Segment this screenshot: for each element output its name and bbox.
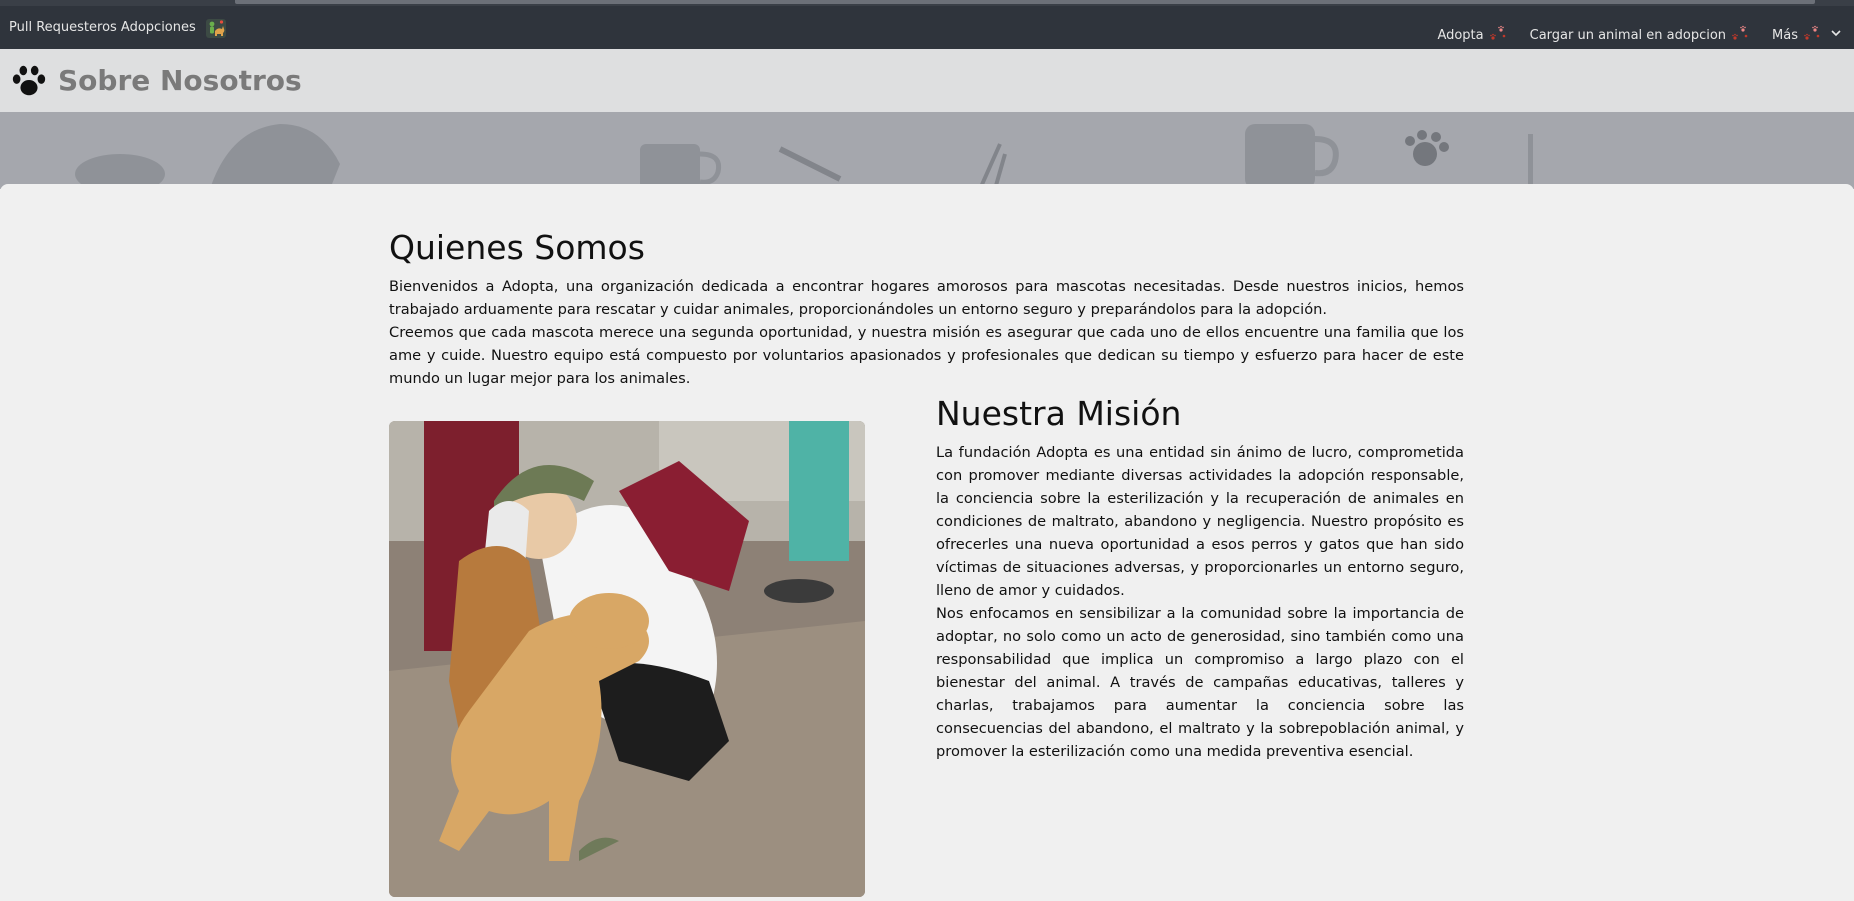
quienes-somos-text: Bienvenidos a Adopta, una organización d…	[389, 275, 1464, 390]
nav-dropdown-mas[interactable]: Más	[1772, 13, 1842, 43]
navbar-links: Adopta Cargar un animal en adopcion Más	[1437, 13, 1854, 43]
nuestra-mision-heading: Nuestra Misión	[936, 394, 1182, 433]
paw-prints-icon	[1804, 25, 1820, 40]
quienes-paragraph-2: Creemos que cada mascota merece una segu…	[389, 324, 1464, 387]
browser-tab-bar	[235, 0, 1815, 4]
nav-link-adopta-label: Adopta	[1437, 27, 1484, 43]
volunteer-with-dogs-photo	[389, 421, 865, 897]
quienes-somos-heading: Quienes Somos	[389, 228, 645, 267]
navbar: Pull Requesteros Adopciones Adopta Carga…	[0, 6, 1854, 49]
mision-paragraph-1: La fundación Adopta es una entidad sin á…	[936, 444, 1464, 599]
page-title: Sobre Nosotros	[58, 64, 302, 97]
paw-icon	[12, 65, 46, 95]
nav-dropdown-mas-label: Más	[1772, 27, 1798, 43]
page-header: Sobre Nosotros	[0, 49, 1854, 112]
nav-link-cargar-animal[interactable]: Cargar un animal en adopcion	[1530, 13, 1750, 43]
main-content: Quienes Somos Bienvenidos a Adopta, una …	[0, 184, 1854, 901]
navbar-brand[interactable]: Pull Requesteros Adopciones	[0, 16, 228, 40]
hero-banner: Sobre Nosotros	[0, 49, 1854, 189]
quienes-paragraph-1: Bienvenidos a Adopta, una organización d…	[389, 278, 1464, 318]
nuestra-mision-text: La fundación Adopta es una entidad sin á…	[936, 441, 1464, 763]
paw-prints-icon	[1489, 25, 1505, 40]
nav-link-adopta[interactable]: Adopta	[1437, 13, 1507, 43]
mision-paragraph-2: Nos enfocamos en sensibilizar a la comun…	[936, 605, 1464, 760]
photo-illustration	[389, 421, 865, 897]
paw-prints-icon	[1732, 25, 1748, 40]
brand-label: Pull Requesteros Adopciones	[9, 20, 196, 35]
chevron-down-icon	[1831, 29, 1841, 36]
nav-link-cargar-label: Cargar un animal en adopcion	[1529, 27, 1727, 43]
dog-and-person-icon	[205, 18, 226, 38]
